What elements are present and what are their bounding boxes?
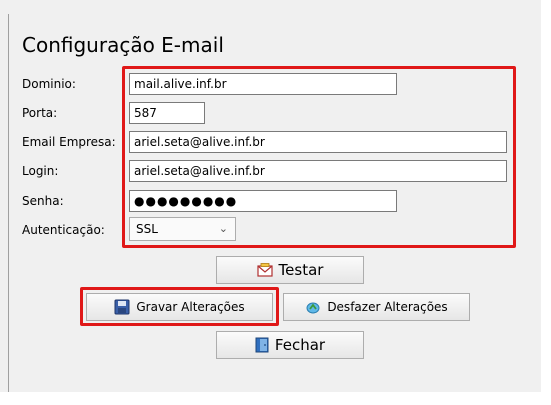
testar-button[interactable]: Testar <box>216 256 364 284</box>
screenshot-margin-bottom <box>0 392 551 405</box>
senha-password-input[interactable]: ●●●●●●●●● <box>129 190 397 212</box>
chevron-down-icon: ⌄ <box>218 222 228 235</box>
label-porta: Porta: <box>22 106 58 120</box>
label-senha: Senha: <box>22 194 64 208</box>
gravar-alteracoes-button[interactable]: Gravar Alterações <box>86 293 273 321</box>
save-disk-icon <box>114 299 130 315</box>
undo-icon <box>305 299 321 315</box>
login-input[interactable]: ariel.seta@alive.inf.br <box>129 160 507 182</box>
label-login: Login: <box>22 164 59 178</box>
email-empresa-input[interactable]: ariel.seta@alive.inf.br <box>129 131 507 153</box>
label-autenticacao: Autenticação: <box>22 223 105 237</box>
gravar-label: Gravar Alterações <box>136 300 245 314</box>
exit-door-icon <box>255 337 269 353</box>
desfazer-alteracoes-button[interactable]: Desfazer Alterações <box>283 293 470 321</box>
autenticacao-selected-value: SSL <box>136 222 158 236</box>
dominio-input[interactable]: mail.alive.inf.br <box>129 73 397 95</box>
fechar-button[interactable]: Fechar <box>216 331 364 359</box>
autenticacao-select[interactable]: SSL ⌄ <box>129 217 236 241</box>
label-dominio: Dominio: <box>22 77 76 91</box>
desfazer-label: Desfazer Alterações <box>327 300 448 314</box>
screenshot-margin-right <box>541 0 551 405</box>
mail-envelope-icon <box>256 263 273 277</box>
fechar-label: Fechar <box>274 336 326 354</box>
window-left-border <box>8 14 9 392</box>
email-config-window: Configuração E-mail Dominio: mail.alive.… <box>0 0 541 400</box>
testar-label: Testar <box>278 261 324 279</box>
porta-input[interactable]: 587 <box>129 102 205 124</box>
label-email-empresa: Email Empresa: <box>22 135 116 149</box>
page-title: Configuração E-mail <box>22 33 224 57</box>
